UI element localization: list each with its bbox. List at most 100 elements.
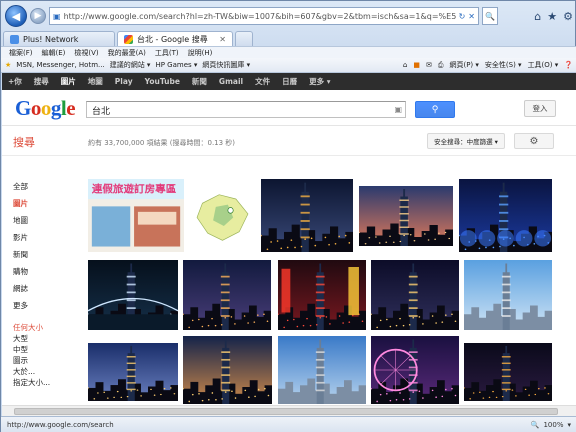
image-result-thumbnail[interactable] xyxy=(189,189,256,246)
google-logo[interactable]: Google xyxy=(15,96,76,121)
home-cmd-icon[interactable]: ⌂ xyxy=(403,61,407,69)
back-button[interactable]: ◀ xyxy=(5,5,27,27)
login-button[interactable]: 登入 xyxy=(524,100,556,117)
gbar-item[interactable]: +你 xyxy=(8,76,22,87)
tab-label: Plus! Network xyxy=(23,34,79,44)
web-page: +你 搜尋 圖片 地圖 Play YouTube 新聞 Gmail 文件 日曆 更多 ▾ Googl… xyxy=(2,73,576,416)
stop-icon[interactable]: ✕ xyxy=(468,12,475,21)
image-result-thumbnail[interactable] xyxy=(464,343,552,401)
fav-suggested[interactable]: 建議的網站 ▾ xyxy=(110,60,151,70)
sidebar-type-item[interactable]: 影片 xyxy=(13,229,83,246)
logo-letter: o xyxy=(30,96,42,120)
size-filter-item[interactable]: 指定大小... xyxy=(13,377,83,388)
tab-plus-network[interactable]: Plus! Network xyxy=(3,31,115,46)
menu-favorites[interactable]: 我的最愛(A) xyxy=(108,48,146,58)
ie-search-icon[interactable]: 🔍 xyxy=(482,7,498,25)
sidebar-type-item[interactable]: 更多 xyxy=(13,297,83,314)
cmd-page[interactable]: 網頁(P) ▾ xyxy=(449,60,478,70)
size-filter-item[interactable]: 圖示 xyxy=(13,355,83,366)
gbar-item[interactable]: 搜尋 xyxy=(34,76,49,87)
tab-google-search[interactable]: 台北 - Google 搜尋 ✕ xyxy=(117,31,233,46)
forward-button[interactable]: ▶ xyxy=(30,8,46,24)
sidebar-type-item[interactable]: 購物 xyxy=(13,263,83,280)
fav-msn[interactable]: MSN, Messenger, Hotm... xyxy=(16,61,104,69)
fav-hp-games[interactable]: HP Games ▾ xyxy=(155,61,197,69)
home-icon[interactable]: ⌂ xyxy=(534,10,541,23)
settings-gear-icon[interactable]: ⚙ xyxy=(514,133,554,149)
size-filter-item[interactable]: 大型 xyxy=(13,333,83,344)
zoom-control[interactable]: 🔍 100% ▾ xyxy=(531,421,571,429)
image-result-thumbnail[interactable] xyxy=(88,260,178,330)
sidebar-type-item[interactable]: 全部 xyxy=(13,178,83,195)
tab-label: 台北 - Google 搜尋 xyxy=(137,34,208,44)
sidebar-type-item[interactable]: 圖片 xyxy=(13,195,83,212)
image-result-thumbnail[interactable] xyxy=(359,186,453,246)
print-icon[interactable]: ⎙ xyxy=(438,61,444,70)
new-tab-button[interactable] xyxy=(235,31,253,46)
image-result-thumbnail[interactable] xyxy=(278,260,366,330)
image-result-thumbnail[interactable] xyxy=(261,179,353,252)
gbar-item[interactable]: 文件 xyxy=(255,76,270,87)
menu-bar: 檔案(F) 編輯(E) 檢視(V) 我的最愛(A) 工具(T) 說明(H) xyxy=(1,46,576,58)
image-result-thumbnail[interactable] xyxy=(183,336,272,404)
fav-webslice[interactable]: 網頁快訊圖庫 ▾ xyxy=(202,60,250,70)
size-filter-item[interactable]: 大於... xyxy=(13,366,83,377)
cmd-tools[interactable]: 工具(O) ▾ xyxy=(528,60,559,70)
menu-tools[interactable]: 工具(T) xyxy=(155,48,179,58)
menu-edit[interactable]: 編輯(E) xyxy=(42,48,66,58)
page-icon: ▣ xyxy=(53,11,61,21)
image-result-thumbnail[interactable] xyxy=(459,179,552,252)
gbar-item[interactable]: YouTube xyxy=(145,77,180,86)
address-row: ◀ ▶ ▣ http://www.google.com/search?hl=zh… xyxy=(1,1,576,31)
favorites-star-icon[interactable]: ★ xyxy=(5,61,11,69)
favorites-star-icon[interactable]: ★ xyxy=(547,10,557,23)
image-result-thumbnail[interactable] xyxy=(183,260,271,330)
refresh-icon[interactable]: ↻ xyxy=(459,12,466,21)
search-input[interactable]: 台北 ▣ xyxy=(86,101,406,118)
safe-search-dropdown[interactable]: 安全搜尋：中度篩選 ▾ xyxy=(427,133,505,149)
sidebar-type-item[interactable]: 網誌 xyxy=(13,280,83,297)
svg-text:連假旅遊訂房專區: 連假旅遊訂房專區 xyxy=(92,183,176,196)
menu-view[interactable]: 檢視(V) xyxy=(74,48,98,58)
camera-icon[interactable]: ▣ xyxy=(394,105,402,114)
image-result-thumbnail[interactable] xyxy=(464,260,552,330)
sidebar-type-item[interactable]: 新聞 xyxy=(13,246,83,263)
results-subheader: 搜尋 約有 33,700,000 項結果 (搜尋時間：0.13 秒) 安全搜尋：… xyxy=(2,126,576,156)
zoom-level: 100% xyxy=(543,421,564,429)
result-stats: 約有 33,700,000 項結果 (搜尋時間：0.13 秒) xyxy=(88,139,236,147)
logo-letter: o xyxy=(40,96,52,120)
gbar-item[interactable]: 地圖 xyxy=(88,76,103,87)
gbar-item[interactable]: 日曆 xyxy=(282,76,297,87)
google-bar: +你 搜尋 圖片 地圖 Play YouTube 新聞 Gmail 文件 日曆 更多 ▾ xyxy=(2,73,576,90)
size-filter-item[interactable]: 中型 xyxy=(13,344,83,355)
image-result-thumbnail[interactable] xyxy=(88,343,178,401)
image-result-thumbnail[interactable]: 連假旅遊訂房專區 xyxy=(88,179,184,252)
mail-icon[interactable]: ✉ xyxy=(426,61,432,69)
image-result-thumbnail[interactable] xyxy=(278,336,366,404)
gbar-item[interactable]: 新聞 xyxy=(192,76,207,87)
horizontal-scrollbar[interactable] xyxy=(2,405,576,416)
gbar-item[interactable]: 更多 ▾ xyxy=(309,76,330,87)
msn-favicon-icon xyxy=(10,34,19,44)
gbar-item[interactable]: Play xyxy=(115,77,133,86)
gbar-item[interactable]: 圖片 xyxy=(61,76,76,87)
gbar-item[interactable]: Gmail xyxy=(219,77,243,86)
sidebar-type-item[interactable]: 地圖 xyxy=(13,212,83,229)
image-result-thumbnail[interactable] xyxy=(371,260,459,330)
address-bar[interactable]: ▣ http://www.google.com/search?hl=zh-TW&… xyxy=(49,7,479,25)
menu-file[interactable]: 檔案(F) xyxy=(9,48,33,58)
scrollbar-thumb[interactable] xyxy=(14,408,558,415)
image-result-thumbnail[interactable] xyxy=(371,336,459,404)
help-icon[interactable]: ❓ xyxy=(564,61,573,69)
menu-help[interactable]: 說明(H) xyxy=(188,48,213,58)
address-text: http://www.google.com/search?hl=zh-TW&bi… xyxy=(63,11,456,21)
status-url: http://www.google.com/search xyxy=(7,421,114,429)
size-filter-title[interactable]: 任何大小 xyxy=(13,322,83,333)
search-button[interactable]: ⚲ xyxy=(415,101,455,118)
close-tab-icon[interactable]: ✕ xyxy=(219,35,226,44)
status-bar: http://www.google.com/search 🔍 100% ▾ xyxy=(1,416,576,432)
cmd-safety[interactable]: 安全性(S) ▾ xyxy=(485,60,522,70)
feeds-icon[interactable]: ■ xyxy=(413,61,420,69)
tools-gear-icon[interactable]: ⚙ xyxy=(563,10,573,23)
